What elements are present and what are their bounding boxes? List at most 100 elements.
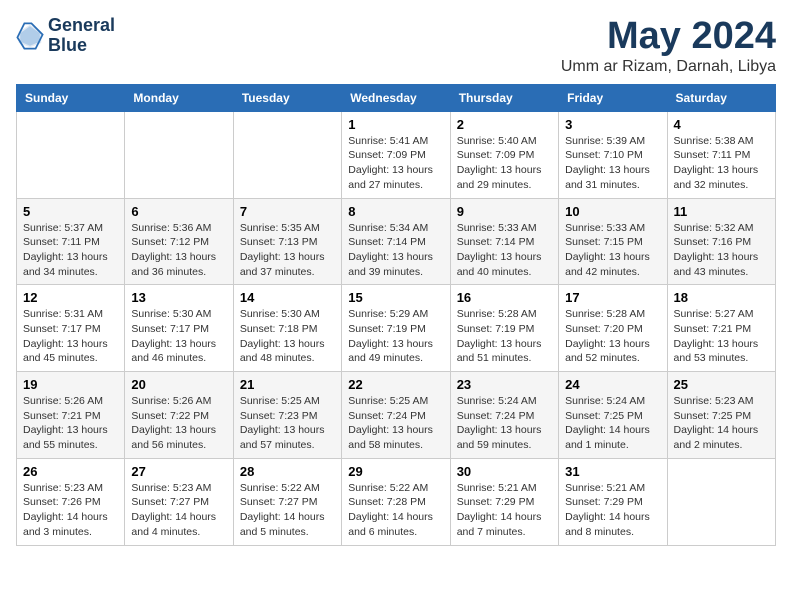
day-info: Sunrise: 5:30 AMSunset: 7:18 PMDaylight:…: [240, 307, 335, 366]
calendar-day-cell: 22Sunrise: 5:25 AMSunset: 7:24 PMDayligh…: [342, 372, 450, 459]
calendar-day-cell: 2 Sunrise: 5:40 AMSunset: 7:09 PMDaylight…: [450, 111, 558, 198]
calendar-day-cell: 30 Sunrise: 5:21 AMSunset: 7:29 PMDayligh…: [450, 458, 558, 545]
day-number: 10: [565, 204, 660, 219]
day-number: 26: [23, 464, 118, 479]
day-info: Sunrise: 5:28 AMSunset: 7:20 PMDaylight:…: [565, 307, 660, 366]
day-number: 7: [240, 204, 335, 219]
day-number: 2: [457, 117, 552, 132]
calendar-day-cell: 13 Sunrise: 5:30 AMSunset: 7:17 PMDayligh…: [125, 285, 233, 372]
calendar-week-row: 26Sunrise: 5:23 AMSunset: 7:26 PMDayligh…: [17, 458, 776, 545]
calendar-day-cell: 4 Sunrise: 5:38 AMSunset: 7:11 PMDaylight…: [667, 111, 775, 198]
day-number: 31: [565, 464, 660, 479]
calendar-day-cell: 27 Sunrise: 5:23 AMSunset: 7:27 PMDayligh…: [125, 458, 233, 545]
calendar-day-cell: 29 Sunrise: 5:22 AMSunset: 7:28 PMDayligh…: [342, 458, 450, 545]
day-number: 27: [131, 464, 226, 479]
month-title: May 2024: [561, 16, 776, 58]
day-info: Sunrise: 5:30 AMSunset: 7:17 PMDaylight:…: [131, 307, 226, 366]
day-info: Sunrise: 5:23 AMSunset: 7:25 PMDaylight:…: [674, 394, 769, 453]
day-number: 16: [457, 290, 552, 305]
weekday-header: Saturday: [667, 84, 775, 111]
calendar-day-cell: 10 Sunrise: 5:33 AMSunset: 7:15 PMDayligh…: [559, 198, 667, 285]
calendar-table: SundayMondayTuesdayWednesdayThursdayFrid…: [16, 84, 776, 546]
calendar-day-cell: [17, 111, 125, 198]
day-number: 15: [348, 290, 443, 305]
calendar-day-cell: 23Sunrise: 5:24 AMSunset: 7:24 PMDayligh…: [450, 372, 558, 459]
logo-text: General Blue: [48, 16, 115, 56]
calendar-day-cell: 16 Sunrise: 5:28 AMSunset: 7:19 PMDayligh…: [450, 285, 558, 372]
day-number: 1: [348, 117, 443, 132]
day-info: Sunrise: 5:34 AMSunset: 7:14 PMDaylight:…: [348, 221, 443, 280]
calendar-day-cell: 9Sunrise: 5:33 AMSunset: 7:14 PMDaylight…: [450, 198, 558, 285]
day-info: Sunrise: 5:25 AMSunset: 7:23 PMDaylight:…: [240, 394, 335, 453]
title-area: May 2024 Umm ar Rizam, Darnah, Libya: [561, 16, 776, 76]
calendar-week-row: 5 Sunrise: 5:37 AMSunset: 7:11 PMDaylight…: [17, 198, 776, 285]
calendar-day-cell: 24 Sunrise: 5:24 AMSunset: 7:25 PMDayligh…: [559, 372, 667, 459]
day-number: 5: [23, 204, 118, 219]
day-number: 8: [348, 204, 443, 219]
day-number: 28: [240, 464, 335, 479]
logo-icon: [16, 22, 44, 50]
day-info: Sunrise: 5:24 AMSunset: 7:25 PMDaylight:…: [565, 394, 660, 453]
calendar-day-cell: 11Sunrise: 5:32 AMSunset: 7:16 PMDayligh…: [667, 198, 775, 285]
day-info: Sunrise: 5:26 AMSunset: 7:21 PMDaylight:…: [23, 394, 118, 453]
calendar-day-cell: 6 Sunrise: 5:36 AMSunset: 7:12 PMDaylight…: [125, 198, 233, 285]
calendar-day-cell: 21 Sunrise: 5:25 AMSunset: 7:23 PMDayligh…: [233, 372, 341, 459]
calendar-day-cell: 15 Sunrise: 5:29 AMSunset: 7:19 PMDayligh…: [342, 285, 450, 372]
day-number: 18: [674, 290, 769, 305]
day-info: Sunrise: 5:29 AMSunset: 7:19 PMDaylight:…: [348, 307, 443, 366]
day-number: 4: [674, 117, 769, 132]
day-info: Sunrise: 5:33 AMSunset: 7:14 PMDaylight:…: [457, 221, 552, 280]
calendar-day-cell: 18 Sunrise: 5:27 AMSunset: 7:21 PMDayligh…: [667, 285, 775, 372]
calendar-day-cell: 3Sunrise: 5:39 AMSunset: 7:10 PMDaylight…: [559, 111, 667, 198]
day-number: 30: [457, 464, 552, 479]
day-number: 25: [674, 377, 769, 392]
weekday-header: Friday: [559, 84, 667, 111]
calendar-day-cell: 7Sunrise: 5:35 AMSunset: 7:13 PMDaylight…: [233, 198, 341, 285]
calendar-day-cell: [667, 458, 775, 545]
day-number: 21: [240, 377, 335, 392]
calendar-week-row: 1 Sunrise: 5:41 AMSunset: 7:09 PMDaylight…: [17, 111, 776, 198]
day-info: Sunrise: 5:22 AMSunset: 7:28 PMDaylight:…: [348, 481, 443, 540]
weekday-header: Thursday: [450, 84, 558, 111]
day-info: Sunrise: 5:21 AMSunset: 7:29 PMDaylight:…: [565, 481, 660, 540]
day-info: Sunrise: 5:27 AMSunset: 7:21 PMDaylight:…: [674, 307, 769, 366]
calendar-day-cell: [125, 111, 233, 198]
calendar-day-cell: 5 Sunrise: 5:37 AMSunset: 7:11 PMDaylight…: [17, 198, 125, 285]
day-info: Sunrise: 5:37 AMSunset: 7:11 PMDaylight:…: [23, 221, 118, 280]
day-info: Sunrise: 5:22 AMSunset: 7:27 PMDaylight:…: [240, 481, 335, 540]
location-title: Umm ar Rizam, Darnah, Libya: [561, 58, 776, 76]
day-number: 24: [565, 377, 660, 392]
calendar-day-cell: 17Sunrise: 5:28 AMSunset: 7:20 PMDayligh…: [559, 285, 667, 372]
calendar-day-cell: 12 Sunrise: 5:31 AMSunset: 7:17 PMDayligh…: [17, 285, 125, 372]
day-number: 19: [23, 377, 118, 392]
day-info: Sunrise: 5:32 AMSunset: 7:16 PMDaylight:…: [674, 221, 769, 280]
day-info: Sunrise: 5:28 AMSunset: 7:19 PMDaylight:…: [457, 307, 552, 366]
weekday-header: Sunday: [17, 84, 125, 111]
day-number: 20: [131, 377, 226, 392]
day-info: Sunrise: 5:33 AMSunset: 7:15 PMDaylight:…: [565, 221, 660, 280]
day-info: Sunrise: 5:23 AMSunset: 7:27 PMDaylight:…: [131, 481, 226, 540]
weekday-header: Tuesday: [233, 84, 341, 111]
day-number: 29: [348, 464, 443, 479]
day-info: Sunrise: 5:31 AMSunset: 7:17 PMDaylight:…: [23, 307, 118, 366]
calendar-week-row: 19 Sunrise: 5:26 AMSunset: 7:21 PMDayligh…: [17, 372, 776, 459]
day-number: 12: [23, 290, 118, 305]
day-info: Sunrise: 5:41 AMSunset: 7:09 PMDaylight:…: [348, 134, 443, 193]
weekday-header-row: SundayMondayTuesdayWednesdayThursdayFrid…: [17, 84, 776, 111]
calendar-week-row: 12 Sunrise: 5:31 AMSunset: 7:17 PMDayligh…: [17, 285, 776, 372]
header: General Blue May 2024 Umm ar Rizam, Darn…: [16, 16, 776, 76]
calendar-day-cell: 28 Sunrise: 5:22 AMSunset: 7:27 PMDayligh…: [233, 458, 341, 545]
calendar-day-cell: 8 Sunrise: 5:34 AMSunset: 7:14 PMDaylight…: [342, 198, 450, 285]
calendar-day-cell: 14Sunrise: 5:30 AMSunset: 7:18 PMDayligh…: [233, 285, 341, 372]
weekday-header: Monday: [125, 84, 233, 111]
day-number: 22: [348, 377, 443, 392]
day-info: Sunrise: 5:26 AMSunset: 7:22 PMDaylight:…: [131, 394, 226, 453]
day-number: 13: [131, 290, 226, 305]
day-info: Sunrise: 5:40 AMSunset: 7:09 PMDaylight:…: [457, 134, 552, 193]
day-info: Sunrise: 5:38 AMSunset: 7:11 PMDaylight:…: [674, 134, 769, 193]
day-info: Sunrise: 5:36 AMSunset: 7:12 PMDaylight:…: [131, 221, 226, 280]
day-info: Sunrise: 5:21 AMSunset: 7:29 PMDaylight:…: [457, 481, 552, 540]
calendar-day-cell: 19 Sunrise: 5:26 AMSunset: 7:21 PMDayligh…: [17, 372, 125, 459]
calendar-day-cell: 26Sunrise: 5:23 AMSunset: 7:26 PMDayligh…: [17, 458, 125, 545]
day-number: 6: [131, 204, 226, 219]
